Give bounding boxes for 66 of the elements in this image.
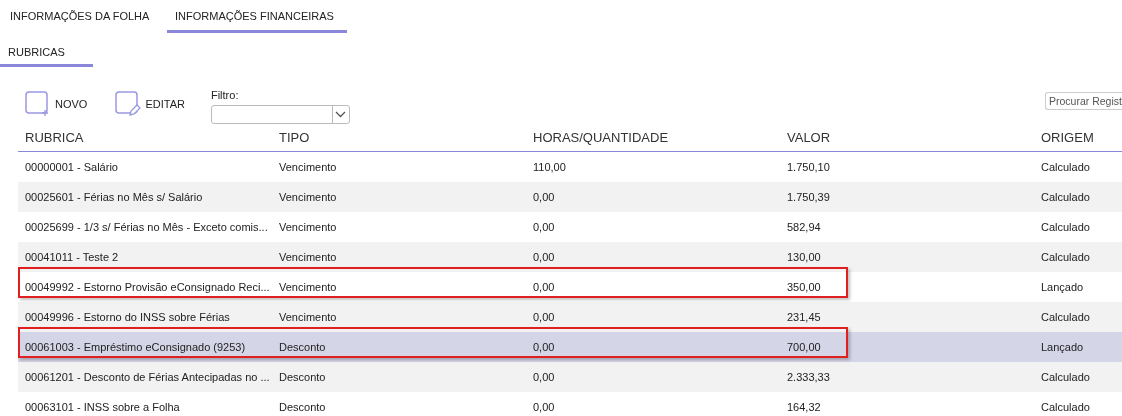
toolbar-button[interactable]: EDITAR bbox=[115, 91, 185, 117]
column-header[interactable]: VALOR bbox=[780, 127, 1034, 148]
table-cell-text: Lançado bbox=[1040, 339, 1085, 355]
table-cell-text: Vencimento bbox=[278, 189, 338, 205]
table-cell-text: 582,94 bbox=[786, 219, 822, 235]
table-cell-text: 700,00 bbox=[786, 339, 822, 355]
table-cell-text: Calculado bbox=[1040, 249, 1091, 265]
table-row[interactable]: 00061201 - Desconto de Férias Antecipadas no ... Desconto 0,00 2.333,33 Calculado bbox=[18, 362, 1122, 392]
table-cell-text: 0,00 bbox=[532, 399, 556, 415]
table-cell-text: 231,45 bbox=[786, 309, 822, 325]
table-cell-text: 0,00 bbox=[532, 309, 556, 325]
table-cell-text: Vencimento bbox=[278, 159, 338, 175]
subtab[interactable]: RUBRICAS bbox=[0, 46, 93, 67]
table-cell-text: 00049996 - Estorno do INSS sobre Férias bbox=[24, 309, 231, 325]
column-header[interactable]: ORIGEM bbox=[1034, 127, 1120, 148]
table-cell-text: 0,00 bbox=[532, 369, 556, 385]
table-cell-text: 00063101 - INSS sobre a Folha bbox=[24, 399, 181, 415]
table-cell-text: 00025699 - 1/3 s/ Férias no Mês - Exceto comis... bbox=[24, 219, 269, 235]
table-cell-text: 110,00 bbox=[532, 159, 567, 175]
table-row[interactable]: 00061003 - Empréstimo eConsignado (9253) Desconto 0,00 700,00 Lançado bbox=[18, 332, 1122, 362]
table-cell-text: Calculado bbox=[1040, 219, 1091, 235]
edit-icon bbox=[115, 91, 142, 117]
column-header[interactable]: HORAS/QUANTIDADE bbox=[526, 127, 780, 148]
column-header[interactable]: TIPO bbox=[272, 127, 526, 148]
table-cell-text: Vencimento bbox=[278, 309, 338, 325]
table-cell-text: Vencimento bbox=[278, 249, 338, 265]
table-cell-text: Calculado bbox=[1040, 399, 1091, 415]
table-cell-text: 0,00 bbox=[532, 279, 556, 295]
table-row[interactable]: 00025601 - Férias no Mês s/ Salário Vencimento 0,00 1.750,39 Calculado bbox=[18, 182, 1122, 212]
table-cell-text: Vencimento bbox=[278, 279, 338, 295]
table-cell-text: Vencimento bbox=[278, 219, 338, 235]
column-header[interactable]: RUBRICA bbox=[18, 127, 272, 148]
chevron-down-icon bbox=[335, 110, 347, 118]
table-cell-text: 1.750,39 bbox=[786, 189, 831, 205]
table-cell-text: 130,00 bbox=[786, 249, 822, 265]
table-cell-text: 2.333,33 bbox=[786, 369, 831, 385]
table-cell-text: 00061201 - Desconto de Férias Antecipadas no ... bbox=[24, 369, 271, 385]
table-cell-text: 00061003 - Empréstimo eConsignado (9253) bbox=[24, 339, 247, 355]
table-cell-text: 00041011 - Teste 2 bbox=[24, 249, 120, 265]
toolbar-button[interactable]: NOVO bbox=[25, 91, 88, 117]
table-cell-text: Desconto bbox=[278, 339, 327, 355]
table-cell-text: 350,00 bbox=[786, 279, 822, 295]
table-cell-text: 1.750,10 bbox=[786, 159, 831, 175]
table-row[interactable]: 00041011 - Teste 2 Vencimento 0,00 130,00 Calculado bbox=[18, 242, 1122, 272]
table-cell-text: Desconto bbox=[278, 369, 327, 385]
tab[interactable]: INFORMAÇÕES DA FOLHA bbox=[2, 10, 167, 33]
table-cell-text: 00025601 - Férias no Mês s/ Salário bbox=[24, 189, 204, 205]
table-cell-text: 0,00 bbox=[532, 189, 556, 205]
table-cell-text: Calculado bbox=[1040, 159, 1091, 175]
table-cell-text: 0,00 bbox=[532, 219, 556, 235]
table-cell-text: Lançado bbox=[1040, 279, 1085, 295]
table-cell-text: 00000001 - Salário bbox=[24, 159, 119, 175]
filter-dropdown[interactable] bbox=[210, 104, 350, 124]
table-cell-text: Calculado bbox=[1040, 309, 1091, 325]
table-cell-text: Calculado bbox=[1040, 189, 1091, 205]
search-field[interactable]: Procurar Regist bbox=[1045, 92, 1122, 110]
table-cell-text: Desconto bbox=[278, 399, 327, 415]
table-cell-text: 164,32 bbox=[786, 399, 822, 415]
filter-label: Filtro: bbox=[210, 88, 240, 103]
table-row[interactable]: 00049996 - Estorno do INSS sobre Férias Vencimento 0,00 231,45 Calculado bbox=[18, 302, 1122, 332]
tab[interactable]: INFORMAÇÕES FINANCEIRAS bbox=[167, 10, 347, 33]
table-cell-text: 0,00 bbox=[532, 339, 556, 355]
table-cell-text: 00049992 - Estorno Provisão eConsignado Reci... bbox=[24, 279, 271, 295]
new-icon bbox=[25, 91, 51, 117]
table-cell-text: 0,00 bbox=[532, 249, 556, 265]
table-cell-text: Calculado bbox=[1040, 369, 1091, 385]
